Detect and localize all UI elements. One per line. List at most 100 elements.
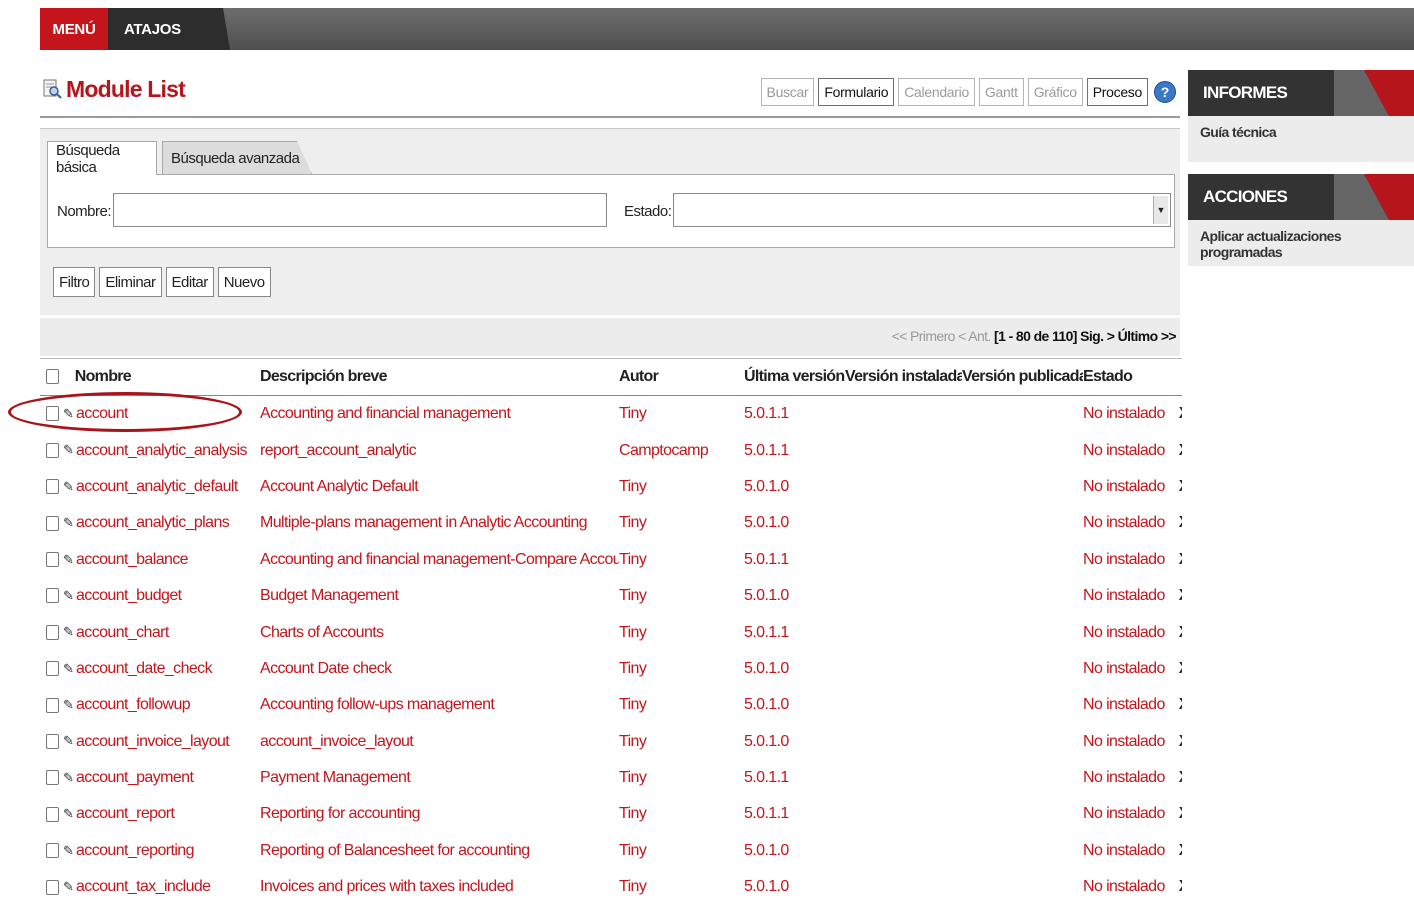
edit-button[interactable]: Editar xyxy=(165,267,214,297)
column-header-author[interactable]: Autor xyxy=(619,358,744,396)
latest-version-link[interactable]: 5.0.1.0 xyxy=(744,587,789,604)
module-name-link[interactable]: account_report xyxy=(76,805,175,822)
table-row[interactable]: ✎ account_invoice_layout account_invoice_l… xyxy=(40,724,1182,760)
latest-version-link[interactable]: 5.0.1.0 xyxy=(744,842,789,859)
pager-last[interactable]: Último >> xyxy=(1118,328,1177,344)
delete-row-icon[interactable]: X xyxy=(1165,405,1182,422)
table-row[interactable]: ✎ account_analytic_default Account Analyti… xyxy=(40,469,1182,505)
module-name-link[interactable]: account_payment xyxy=(76,769,194,786)
latest-version-link[interactable]: 5.0.1.0 xyxy=(744,478,789,495)
latest-version-link[interactable]: 5.0.1.1 xyxy=(744,805,789,822)
description-link[interactable]: account_invoice_layout xyxy=(260,733,414,750)
pager-first[interactable]: << Primero xyxy=(892,328,956,344)
module-name-link[interactable]: account_invoice_layout xyxy=(76,733,230,750)
description-link[interactable]: Multiple-plans management in Analytic Ac… xyxy=(260,514,588,531)
table-row[interactable]: ✎ account_tax_include Invoices and prices … xyxy=(40,869,1182,905)
state-link[interactable]: No instalado xyxy=(1083,696,1165,713)
filter-button[interactable]: Filtro xyxy=(53,267,96,297)
row-checkbox[interactable] xyxy=(46,733,59,749)
row-checkbox[interactable] xyxy=(46,552,59,568)
author-link[interactable]: Tiny xyxy=(619,478,647,495)
description-link[interactable]: Accounting and financial management-Comp… xyxy=(260,551,619,568)
module-name-link[interactable]: account_budget xyxy=(76,587,182,604)
view-calendar-button[interactable]: Calendario xyxy=(898,78,975,106)
pencil-icon[interactable]: ✎ xyxy=(63,624,74,640)
author-link[interactable]: Tiny xyxy=(619,733,647,750)
table-row[interactable]: ✎ account_report Reporting for accounting T… xyxy=(40,796,1182,832)
description-link[interactable]: Reporting for accounting xyxy=(260,805,421,822)
delete-row-icon[interactable]: X xyxy=(1165,842,1182,859)
delete-row-icon[interactable]: X xyxy=(1165,442,1182,459)
column-header-description[interactable]: Descripción breve xyxy=(260,358,619,396)
delete-row-icon[interactable]: X xyxy=(1165,660,1182,677)
row-checkbox[interactable] xyxy=(46,442,59,458)
pencil-icon[interactable]: ✎ xyxy=(63,879,74,895)
state-link[interactable]: No instalado xyxy=(1083,842,1165,859)
author-link[interactable]: Tiny xyxy=(619,660,647,677)
column-header-state[interactable]: Estado xyxy=(1083,358,1182,396)
new-button[interactable]: Nuevo xyxy=(217,267,271,297)
description-link[interactable]: Budget Management xyxy=(260,587,399,604)
row-checkbox[interactable] xyxy=(46,479,59,495)
state-link[interactable]: No instalado xyxy=(1083,405,1165,422)
delete-row-icon[interactable]: X xyxy=(1165,624,1182,641)
description-link[interactable]: Reporting of Balancesheet for accounting xyxy=(260,842,530,859)
tab-basic-search[interactable]: Búsqueda básica xyxy=(47,141,157,176)
state-link[interactable]: No instalado xyxy=(1083,514,1165,531)
state-link[interactable]: No instalado xyxy=(1083,587,1165,604)
pencil-icon[interactable]: ✎ xyxy=(63,515,74,531)
module-name-link[interactable]: account_chart xyxy=(76,624,169,641)
author-link[interactable]: Tiny xyxy=(619,624,647,641)
module-name-link[interactable]: account_analytic_default xyxy=(76,478,238,495)
latest-version-link[interactable]: 5.0.1.0 xyxy=(744,660,789,677)
author-link[interactable]: Tiny xyxy=(619,514,647,531)
state-link[interactable]: No instalado xyxy=(1083,769,1165,786)
author-link[interactable]: Tiny xyxy=(619,405,647,422)
delete-row-icon[interactable]: X xyxy=(1165,478,1182,495)
table-row[interactable]: ✎ account_payment Payment Management Tiny 5.… xyxy=(40,760,1182,796)
author-link[interactable]: Tiny xyxy=(619,696,647,713)
table-row[interactable]: ✎ account_balance Accounting and financial… xyxy=(40,542,1182,578)
state-select[interactable]: ▼ xyxy=(673,193,1171,227)
description-link[interactable]: Invoices and prices with taxes included xyxy=(260,878,514,895)
column-header-name[interactable]: Nombre xyxy=(40,358,260,396)
view-gantt-button[interactable]: Gantt xyxy=(978,78,1024,106)
pencil-icon[interactable]: ✎ xyxy=(63,479,74,495)
view-process-button[interactable]: Proceso xyxy=(1086,78,1148,106)
description-link[interactable]: Accounting follow-ups management xyxy=(260,696,495,713)
module-name-link[interactable]: account_tax_include xyxy=(76,878,211,895)
state-link[interactable]: No instalado xyxy=(1083,478,1165,495)
module-name-link[interactable]: account_reporting xyxy=(76,842,194,859)
state-link[interactable]: No instalado xyxy=(1083,442,1165,459)
table-row[interactable]: ✎ account_reporting Reporting of Balancesh… xyxy=(40,833,1182,869)
row-checkbox[interactable] xyxy=(46,661,59,677)
module-name-link[interactable]: account_analytic_plans xyxy=(76,514,230,531)
latest-version-link[interactable]: 5.0.1.1 xyxy=(744,442,789,459)
latest-version-link[interactable]: 5.0.1.1 xyxy=(744,624,789,641)
description-link[interactable]: Account Analytic Default xyxy=(260,478,419,495)
row-checkbox[interactable] xyxy=(46,806,59,822)
table-row[interactable]: ✎ account_analytic_plans Multiple-plans ma… xyxy=(40,505,1182,541)
pencil-icon[interactable]: ✎ xyxy=(63,552,74,568)
name-input[interactable] xyxy=(113,193,607,227)
tab-advanced-search[interactable]: Búsqueda avanzada xyxy=(162,141,312,174)
author-link[interactable]: Tiny xyxy=(619,587,647,604)
table-row[interactable]: ✎ account_budget Budget Management Tiny 5.0.… xyxy=(40,578,1182,614)
state-link[interactable]: No instalado xyxy=(1083,733,1165,750)
table-row[interactable]: ✎ account_followup Accounting follow-ups m… xyxy=(40,687,1182,723)
delete-row-icon[interactable]: X xyxy=(1165,878,1182,895)
state-link[interactable]: No instalado xyxy=(1083,624,1165,641)
latest-version-link[interactable]: 5.0.1.0 xyxy=(744,878,789,895)
latest-version-link[interactable]: 5.0.1.1 xyxy=(744,405,789,422)
pencil-icon[interactable]: ✎ xyxy=(63,806,74,822)
menu-tab[interactable]: MENÚ xyxy=(40,8,108,50)
pencil-icon[interactable]: ✎ xyxy=(63,733,74,749)
help-icon[interactable]: ? xyxy=(1154,81,1176,103)
pencil-icon[interactable]: ✎ xyxy=(63,843,74,859)
view-graph-button[interactable]: Gráfico xyxy=(1027,78,1083,106)
description-link[interactable]: report_account_analytic xyxy=(260,442,417,459)
pencil-icon[interactable]: ✎ xyxy=(63,661,74,677)
view-search-button[interactable]: Buscar xyxy=(760,78,815,106)
module-name-link[interactable]: account_balance xyxy=(76,551,189,568)
latest-version-link[interactable]: 5.0.1.0 xyxy=(744,733,789,750)
